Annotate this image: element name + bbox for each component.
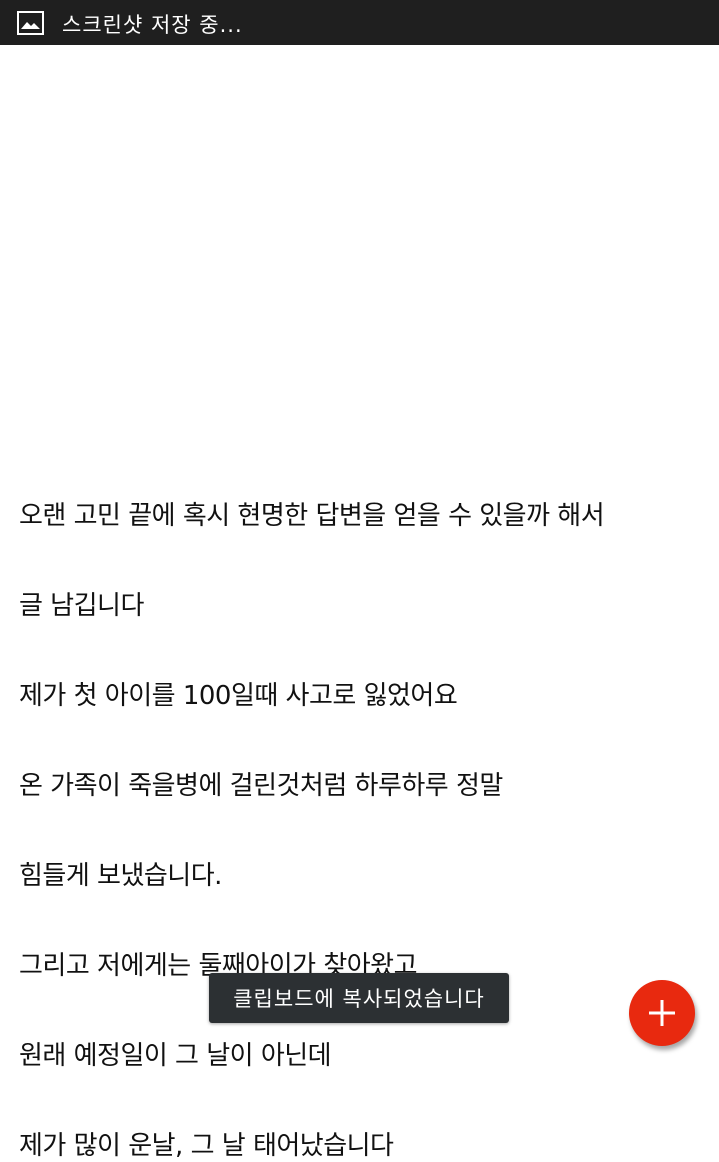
content-line: 글 남깁니다 [19, 591, 144, 621]
add-button[interactable] [629, 980, 695, 1046]
content-line: 제가 첫 아이를 100일때 사고로 잃었어요 [19, 681, 458, 711]
status-notification-text: 스크린샷 저장 중... [62, 13, 243, 37]
plus-icon [649, 1000, 675, 1026]
content-line: 제가 많이 운날, 그 날 태어났습니다 [19, 1131, 394, 1161]
status-bar: 스크린샷 저장 중... [0, 0, 719, 45]
content-line: 오랜 고민 끝에 혹시 현명한 답변을 얻을 수 있을까 해서 [19, 501, 605, 531]
content-line: 힘들게 보냈습니다. [19, 861, 222, 891]
content-line: 원래 예정일이 그 날이 아닌데 [19, 1041, 332, 1071]
content-line: 온 가족이 죽을병에 걸린것처럼 하루하루 정말 [19, 771, 503, 801]
clipboard-toast: 클립보드에 복사되었습니다 [209, 973, 509, 1023]
image-icon [17, 11, 44, 35]
